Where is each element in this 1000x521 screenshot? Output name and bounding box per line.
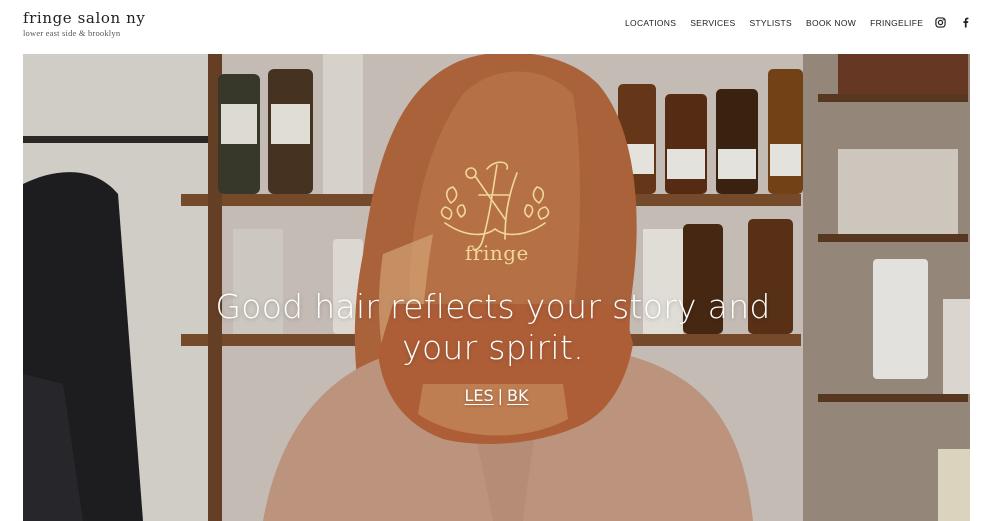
nav-fringelife[interactable]: FRINGELIFE [870,18,923,28]
nav-stylists[interactable]: STYLISTS [749,18,792,28]
brand[interactable]: fringe salon ny lower east side & brookl… [23,9,145,39]
location-links: LES | BK [443,386,550,405]
location-les-link[interactable]: LES [464,386,493,405]
instagram-icon[interactable] [935,17,946,28]
facebook-icon[interactable] [960,17,971,28]
nav-book-now[interactable]: BOOK NOW [806,18,856,28]
hero-banner: fringe Good hair reflects your story and… [23,54,970,521]
site-title[interactable]: fringe salon ny [23,9,145,27]
location-bk-link[interactable]: BK [507,386,528,405]
location-separator: | [497,386,504,405]
hero-headline: Good hair reflects your story and your s… [215,287,771,367]
main-nav: LOCATIONS SERVICES STYLISTS BOOK NOW FRI… [625,18,937,28]
nav-services[interactable]: SERVICES [690,18,735,28]
nav-locations[interactable]: LOCATIONS [625,18,676,28]
site-tagline: lower east side & brooklyn [23,28,121,38]
site-header: fringe salon ny lower east side & brookl… [0,0,1000,54]
social-links [935,17,971,28]
logo-wordmark: fringe [465,241,529,265]
